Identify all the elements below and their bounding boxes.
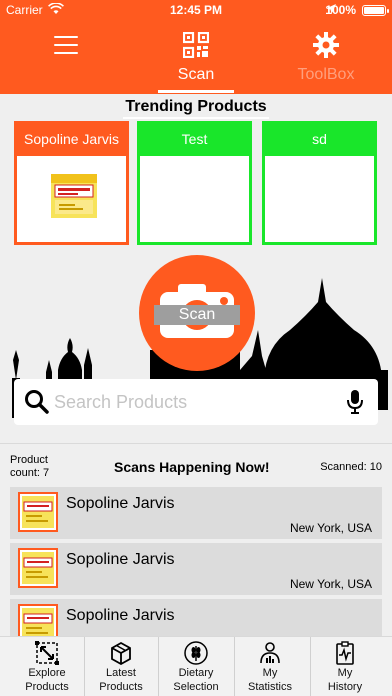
feed-product-name: Sopoline Jarvis [66, 607, 175, 624]
live-scans-title: Scans Happening Now! [114, 459, 270, 475]
nav-my-statistics[interactable]: My Statistics [231, 637, 309, 696]
nav-label-line2: Products [99, 681, 143, 693]
wheat-icon [184, 641, 208, 665]
tab-scan[interactable]: Scan [146, 30, 246, 94]
trending-card[interactable]: Sopoline Jarvis [14, 121, 129, 245]
history-icon [336, 641, 354, 665]
trending-card[interactable]: sd [262, 121, 377, 245]
feed-product-name: Sopoline Jarvis [66, 495, 175, 512]
box-icon [111, 641, 131, 665]
nav-explore-products[interactable]: Explore Products [8, 637, 86, 696]
trending-card-title: Test [140, 124, 249, 156]
nav-label-line1: Latest [106, 667, 136, 679]
nav-label-line2: Products [25, 681, 69, 693]
gear-icon [313, 32, 339, 58]
hamburger-icon-line [54, 44, 78, 46]
expand-icon [35, 641, 59, 665]
nav-label-line1: Dietary [178, 667, 214, 679]
product-count-value: count: 7 [10, 467, 50, 479]
feed-location: New York, USA [289, 577, 372, 591]
product-thumbnail [18, 492, 58, 532]
search-input[interactable] [54, 387, 334, 417]
feed-row[interactable]: Sopoline Jarvis New York, USA [10, 487, 382, 539]
search-bar[interactable] [14, 379, 378, 425]
battery-icon [362, 5, 389, 16]
nav-label-line1: Explore [28, 667, 66, 679]
trending-card-title: sd [265, 124, 374, 156]
status-bar: Carrier 12:45 PM 100% [0, 0, 392, 20]
tab-toolbox[interactable]: ToolBox [276, 30, 376, 94]
trending-card-title: Sopoline Jarvis [17, 124, 126, 156]
tab-toolbox-label: ToolBox [297, 66, 355, 83]
trending-cards: Sopoline Jarvis Test sd [14, 121, 384, 245]
qr-code-icon [183, 32, 209, 58]
statistics-icon [260, 642, 280, 664]
nav-label-line2: History [327, 681, 363, 693]
nav-label-line2: Selection [173, 681, 219, 693]
feed-row[interactable]: Sopoline Jarvis New York, USA [10, 543, 382, 595]
product-count: Product count: 7 [10, 454, 49, 480]
nav-label-line1: My [262, 667, 278, 679]
feed-location: New York, USA [289, 521, 372, 535]
bottom-nav: Explore Products Latest Products Dietary… [0, 636, 392, 696]
tab-scan-label: Scan [177, 66, 215, 83]
product-image [51, 174, 97, 218]
search-icon [25, 390, 49, 414]
microphone-icon[interactable] [346, 389, 364, 415]
nav-latest-products[interactable]: Latest Products [82, 637, 160, 696]
hamburger-icon-line [54, 52, 78, 54]
nav-dietary-selection[interactable]: Dietary Selection [157, 637, 235, 696]
hamburger-icon-line [54, 36, 78, 38]
nav-label-line2: Statistics [247, 681, 292, 693]
menu-button[interactable] [54, 36, 78, 56]
nav-my-history[interactable]: My History [306, 637, 384, 696]
app-header: Carrier 12:45 PM 100% Scan ToolBox [0, 0, 392, 94]
scan-button-label[interactable]: Scan [154, 305, 240, 325]
trending-title-text: Trending Products [123, 98, 269, 119]
product-thumbnail [18, 548, 58, 588]
feed-product-name: Sopoline Jarvis [66, 551, 175, 568]
scanned-count: Scanned: 10 [320, 461, 382, 473]
trending-title: Trending Products [0, 98, 392, 119]
trending-card[interactable]: Test [137, 121, 252, 245]
battery-percent: 100% [325, 3, 356, 17]
product-count-label: Product [10, 454, 48, 466]
section-divider [0, 443, 392, 444]
nav-label-line1: My [337, 667, 353, 679]
feed-row[interactable]: Sopoline Jarvis [10, 599, 382, 644]
